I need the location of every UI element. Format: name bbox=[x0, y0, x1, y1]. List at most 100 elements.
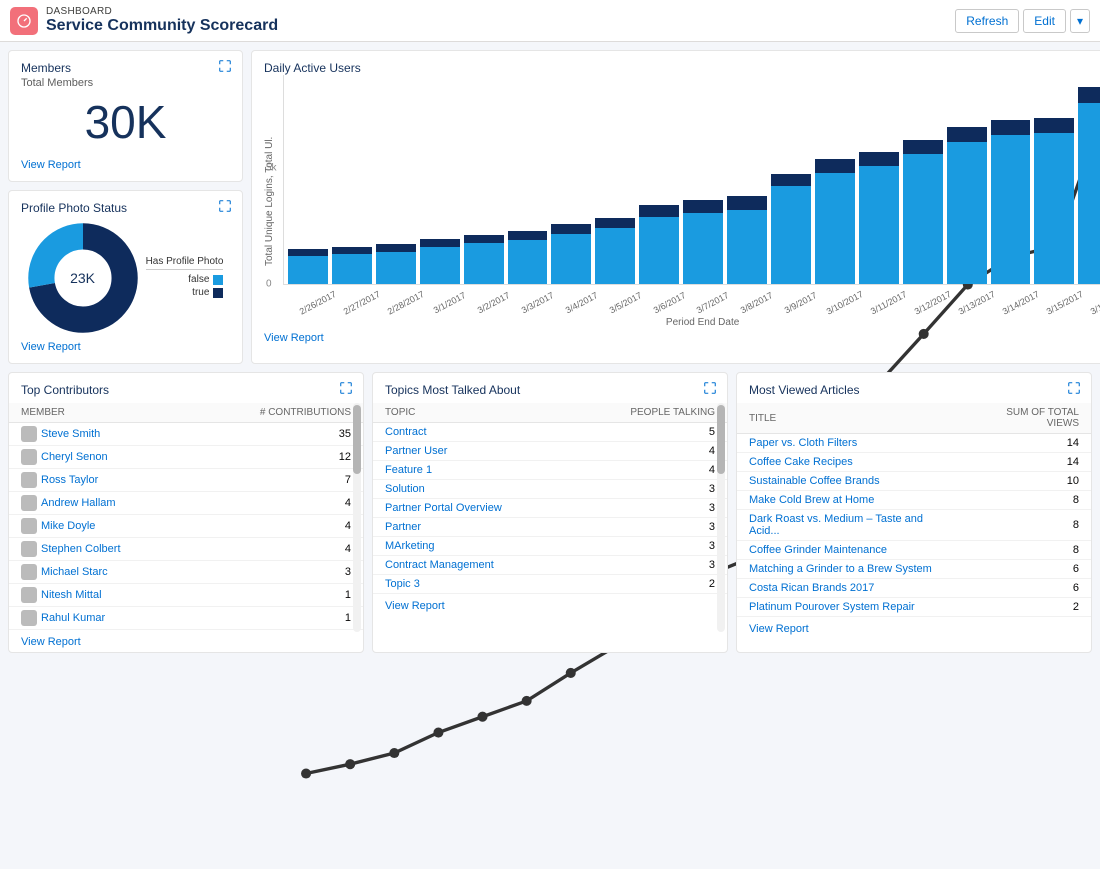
bar-col bbox=[595, 75, 635, 284]
row-name[interactable]: Platinum Pourover System Repair bbox=[737, 598, 962, 617]
x-labels: 2/26/20172/27/20172/28/20173/1/20173/2/2… bbox=[283, 289, 1100, 299]
bar-col bbox=[903, 75, 943, 284]
x-label: 2/26/2017 bbox=[298, 289, 338, 317]
view-report-link[interactable]: View Report bbox=[737, 621, 821, 635]
row-name[interactable]: Dark Roast vs. Medium – Taste and Acid..… bbox=[737, 510, 962, 541]
left-column: Members Total Members 30K View Report Pr… bbox=[8, 50, 243, 364]
row-name[interactable]: Costa Rican Brands 2017 bbox=[737, 579, 962, 598]
table-row: Make Cold Brew at Home8 bbox=[737, 491, 1091, 510]
refresh-button[interactable]: Refresh bbox=[955, 9, 1019, 33]
edit-button[interactable]: Edit bbox=[1023, 9, 1066, 33]
view-report-link[interactable]: View Report bbox=[264, 332, 324, 344]
x-label: 3/7/2017 bbox=[693, 289, 733, 317]
row-name[interactable]: Sustainable Coffee Brands bbox=[737, 472, 962, 491]
row-name[interactable]: Rahul Kumar bbox=[9, 607, 192, 630]
table-row: Topic 32 bbox=[373, 575, 727, 594]
bar-col bbox=[815, 75, 855, 284]
table-row: Steve Smith35 bbox=[9, 423, 363, 446]
avatar bbox=[21, 495, 37, 511]
avatar bbox=[21, 587, 37, 603]
members-title: Members bbox=[21, 61, 230, 75]
table-row: Sustainable Coffee Brands10 bbox=[737, 472, 1091, 491]
row-count: 3 bbox=[573, 480, 727, 499]
table-row: Rahul Kumar1 bbox=[9, 607, 363, 630]
bar-col bbox=[551, 75, 591, 284]
row-count: 4 bbox=[192, 515, 363, 538]
x-axis-label: Period End Date bbox=[283, 317, 1100, 328]
table-row: Matching a Grinder to a Brew System6 bbox=[737, 560, 1091, 579]
view-report-link[interactable]: View Report bbox=[9, 634, 93, 648]
x-label: 3/14/2017 bbox=[1001, 289, 1041, 317]
col-article-title[interactable]: TITLE bbox=[737, 403, 962, 434]
expand-icon[interactable] bbox=[218, 199, 232, 213]
articles-card: Most Viewed Articles TITLE SUM OF TOTAL … bbox=[736, 372, 1092, 653]
col-views[interactable]: SUM OF TOTAL VIEWS bbox=[962, 403, 1091, 434]
row-name[interactable]: MArketing bbox=[373, 537, 573, 556]
row-name[interactable]: Contract Management bbox=[373, 556, 573, 575]
row-count: 3 bbox=[573, 556, 727, 575]
expand-icon[interactable] bbox=[218, 59, 232, 73]
row-name[interactable]: Make Cold Brew at Home bbox=[737, 491, 962, 510]
expand-icon[interactable] bbox=[1067, 381, 1081, 395]
row-count: 3 bbox=[573, 499, 727, 518]
dashboard-icon bbox=[10, 7, 38, 35]
row-name[interactable]: Cheryl Senon bbox=[9, 446, 192, 469]
scrollbar[interactable] bbox=[353, 403, 361, 632]
row-name[interactable]: Feature 1 bbox=[373, 461, 573, 480]
topics-table: TOPIC PEOPLE TALKING Contract5Partner Us… bbox=[373, 403, 727, 594]
scrollbar[interactable] bbox=[717, 403, 725, 632]
members-sub: Total Members bbox=[21, 77, 230, 89]
row-name[interactable]: Michael Starc bbox=[9, 561, 192, 584]
row-count: 1 bbox=[192, 584, 363, 607]
y-axis-label: Total Unique Logins, Total Ul. bbox=[264, 75, 275, 328]
col-people[interactable]: PEOPLE TALKING bbox=[573, 403, 727, 423]
table-row: Partner Portal Overview3 bbox=[373, 499, 727, 518]
col-contributions[interactable]: # CONTRIBUTIONS bbox=[192, 403, 363, 423]
header-title-wrap: DASHBOARD Service Community Scorecard bbox=[46, 6, 955, 35]
top-contributors-card: Top Contributors MEMBER # CONTRIBUTIONS … bbox=[8, 372, 364, 653]
row-count: 4 bbox=[192, 538, 363, 561]
row-name[interactable]: Coffee Grinder Maintenance bbox=[737, 541, 962, 560]
donut-chart: 23K bbox=[28, 223, 138, 333]
row-count: 3 bbox=[573, 518, 727, 537]
expand-icon[interactable] bbox=[339, 381, 353, 395]
row-name[interactable]: Mike Doyle bbox=[9, 515, 192, 538]
table-row: Solution3 bbox=[373, 480, 727, 499]
row-name[interactable]: Topic 3 bbox=[373, 575, 573, 594]
header-actions: Refresh Edit ▾ bbox=[955, 9, 1090, 33]
table-row: Cheryl Senon12 bbox=[9, 446, 363, 469]
row-name[interactable]: Partner Portal Overview bbox=[373, 499, 573, 518]
row-name[interactable]: Stephen Colbert bbox=[9, 538, 192, 561]
more-actions-button[interactable]: ▾ bbox=[1070, 9, 1090, 33]
row-name[interactable]: Partner bbox=[373, 518, 573, 537]
view-report-link[interactable]: View Report bbox=[21, 159, 81, 171]
table-row: Coffee Grinder Maintenance8 bbox=[737, 541, 1091, 560]
view-report-link[interactable]: View Report bbox=[21, 341, 81, 353]
bar-col bbox=[991, 75, 1031, 284]
row-name[interactable]: Coffee Cake Recipes bbox=[737, 453, 962, 472]
table-row: Platinum Pourover System Repair2 bbox=[737, 598, 1091, 617]
view-report-link[interactable]: View Report bbox=[373, 598, 457, 612]
col-topic[interactable]: TOPIC bbox=[373, 403, 573, 423]
row-name[interactable]: Solution bbox=[373, 480, 573, 499]
row-name[interactable]: Paper vs. Cloth Filters bbox=[737, 434, 962, 453]
row-name[interactable]: Nitesh Mittal bbox=[9, 584, 192, 607]
row-name[interactable]: Steve Smith bbox=[9, 423, 192, 446]
col-member[interactable]: MEMBER bbox=[9, 403, 192, 423]
row-count: 2 bbox=[962, 598, 1091, 617]
avatar bbox=[21, 472, 37, 488]
chart-plot: 05k bbox=[283, 75, 1100, 285]
row-name[interactable]: Matching a Grinder to a Brew System bbox=[737, 560, 962, 579]
x-label: 3/4/2017 bbox=[561, 289, 601, 317]
expand-icon[interactable] bbox=[703, 381, 717, 395]
row-name[interactable]: Ross Taylor bbox=[9, 469, 192, 492]
row-name[interactable]: Andrew Hallam bbox=[9, 492, 192, 515]
members-card: Members Total Members 30K View Report bbox=[8, 50, 243, 182]
row-count: 10 bbox=[962, 472, 1091, 491]
x-label: 3/15/2017 bbox=[1045, 289, 1085, 317]
x-label: 3/8/2017 bbox=[737, 289, 777, 317]
row-name[interactable]: Partner User bbox=[373, 442, 573, 461]
bar-col bbox=[332, 75, 372, 284]
row-name[interactable]: Contract bbox=[373, 423, 573, 442]
table-row: Partner User4 bbox=[373, 442, 727, 461]
